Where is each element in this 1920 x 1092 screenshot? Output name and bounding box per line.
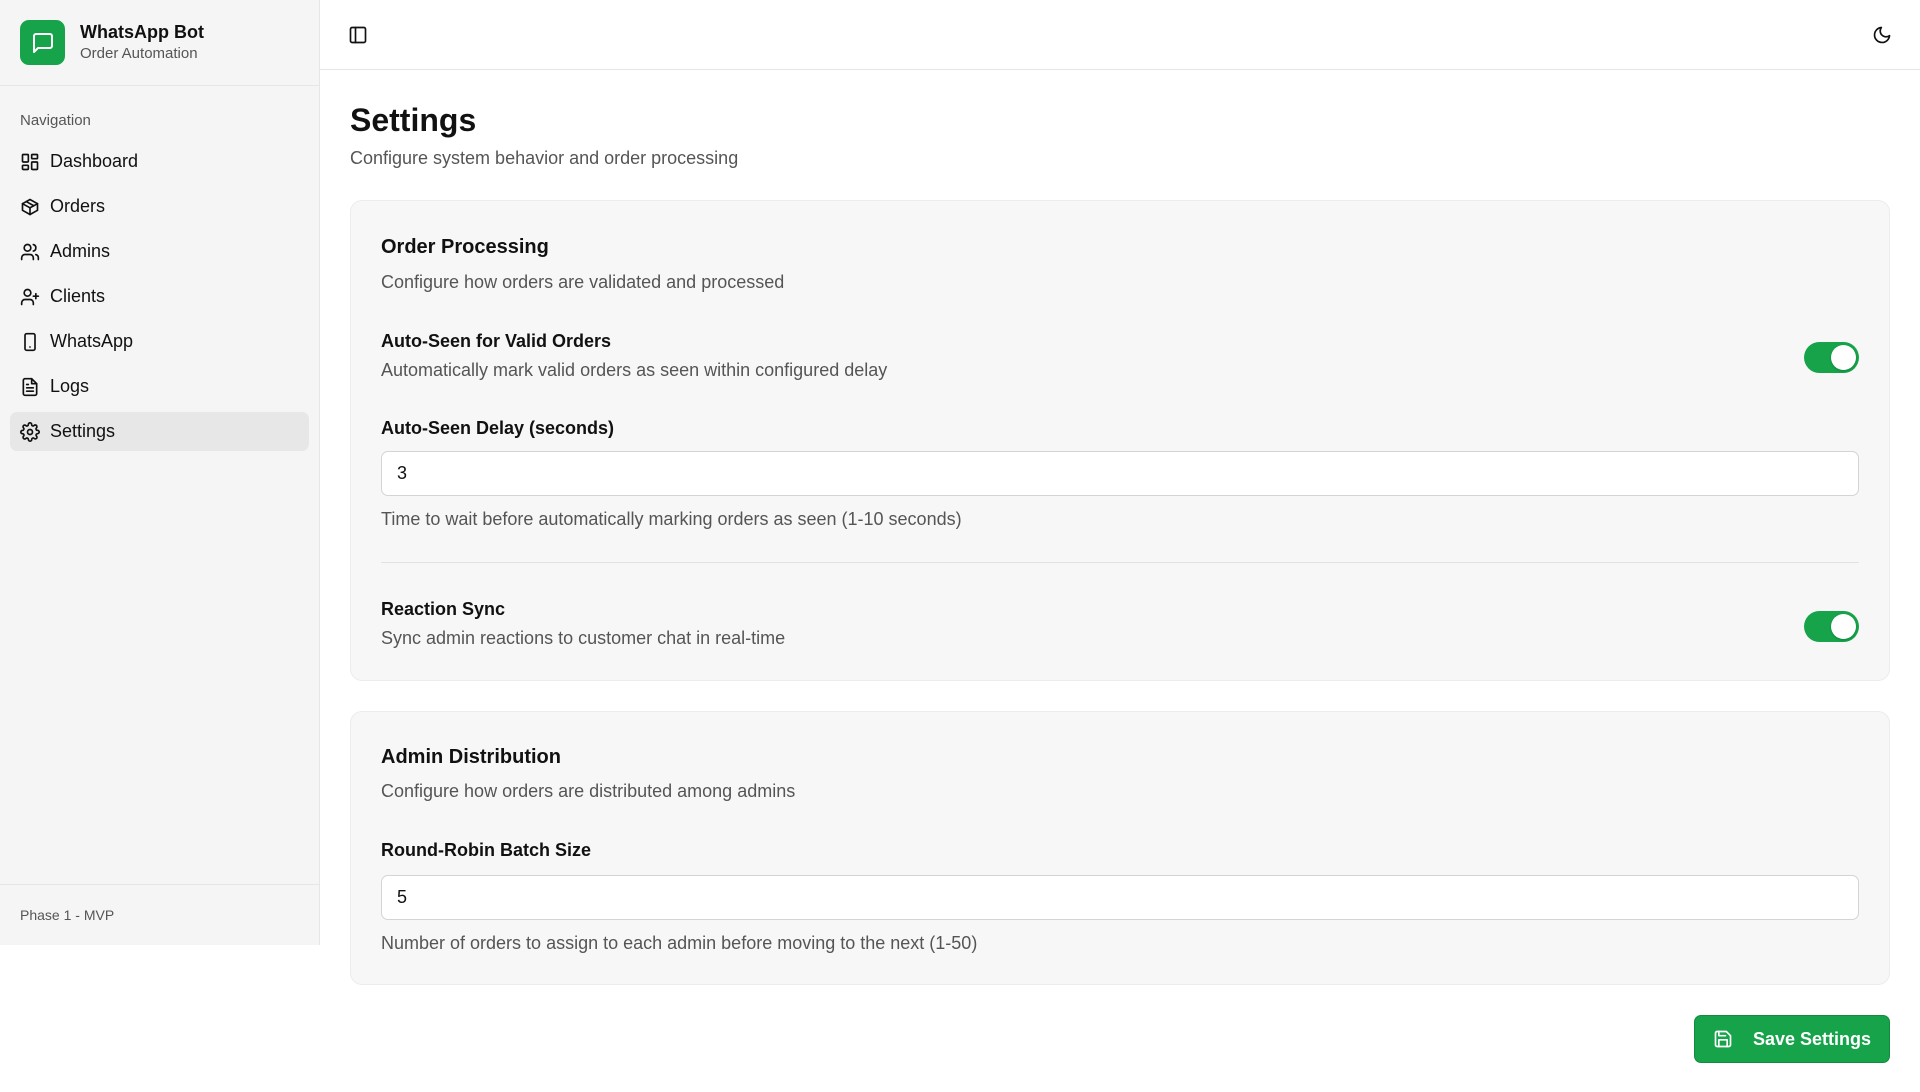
page-subtitle: Configure system behavior and order proc… <box>350 148 739 168</box>
save-settings-button[interactable]: Save Settings <box>1694 1015 1890 1063</box>
brand-subtitle: Order Automation <box>80 45 198 62</box>
panel-left-icon <box>349 26 367 44</box>
batch-size-input[interactable] <box>381 875 1859 920</box>
card-title: Order Processing <box>381 236 549 258</box>
nav-heading: Navigation <box>20 112 91 129</box>
brand-title: WhatsApp Bot <box>80 22 204 42</box>
brand-header: WhatsApp Bot Order Automation <box>0 0 319 86</box>
package-icon <box>21 198 39 215</box>
order-processing-card: Order Processing Configure how orders ar… <box>350 200 1890 681</box>
card-description: Configure how orders are distributed amo… <box>381 781 796 801</box>
sidebar-item-whatsapp[interactable]: WhatsApp <box>10 322 309 361</box>
layout-dashboard-icon <box>21 153 39 170</box>
sidebar-item-admins[interactable]: Admins <box>10 232 309 271</box>
auto-seen-description: Automatically mark valid orders as seen … <box>381 360 888 380</box>
batch-size-help: Number of orders to assign to each admin… <box>381 933 978 953</box>
sidebar-item-settings[interactable]: Settings <box>10 412 309 451</box>
auto-seen-toggle[interactable] <box>1804 342 1859 373</box>
sidebar-item-orders[interactable]: Orders <box>10 187 309 226</box>
save-icon <box>1714 1030 1732 1048</box>
sidebar-toggle-button[interactable] <box>340 17 376 53</box>
file-text-icon <box>22 377 38 396</box>
sidebar-nav: Navigation Dashboard Orders Admins Clien… <box>0 86 319 451</box>
card-title: Admin Distribution <box>381 746 561 768</box>
reaction-sync-toggle[interactable] <box>1804 611 1859 642</box>
divider <box>381 562 1859 563</box>
auto-seen-label: Auto-Seen for Valid Orders <box>381 331 612 351</box>
toggle-knob <box>1831 345 1856 370</box>
sidebar-item-label: Admins <box>50 241 111 261</box>
sidebar-item-label: WhatsApp <box>50 331 134 351</box>
save-button-label: Save Settings <box>1752 1028 1872 1049</box>
sidebar-item-logs[interactable]: Logs <box>10 367 309 406</box>
sidebar-item-clients[interactable]: Clients <box>10 277 309 316</box>
auto-seen-delay-input[interactable] <box>381 451 1859 496</box>
sidebar-item-dashboard[interactable]: Dashboard <box>10 142 309 181</box>
sidebar-item-label: Clients <box>50 286 106 306</box>
sidebar: WhatsApp Bot Order Automation Navigation… <box>0 0 320 945</box>
auto-seen-delay-label: Auto-Seen Delay (seconds) <box>381 418 615 438</box>
smartphone-icon <box>24 332 36 351</box>
moon-icon <box>1873 26 1891 44</box>
settings-icon <box>20 421 40 442</box>
page-title: Settings <box>350 102 477 138</box>
sidebar-item-label: Logs <box>50 376 90 396</box>
sidebar-item-label: Orders <box>50 196 106 216</box>
reaction-sync-description: Sync admin reactions to customer chat in… <box>381 628 786 648</box>
batch-size-label: Round-Robin Batch Size <box>381 840 591 860</box>
admin-distribution-card: Admin Distribution Configure how orders … <box>350 711 1890 985</box>
auto-seen-delay-help: Time to wait before automatically markin… <box>381 509 962 529</box>
theme-toggle-button[interactable] <box>1864 17 1900 53</box>
sidebar-footer: Phase 1 - MVP <box>0 884 319 945</box>
toggle-knob <box>1831 614 1856 639</box>
sidebar-item-label: Settings <box>50 421 116 441</box>
topbar <box>320 0 1920 70</box>
card-description: Configure how orders are validated and p… <box>381 272 785 292</box>
message-square-icon <box>20 20 65 65</box>
users-icon <box>20 243 40 260</box>
sidebar-item-label: Dashboard <box>50 151 139 171</box>
user-plus-icon <box>20 288 40 305</box>
reaction-sync-label: Reaction Sync <box>381 599 506 619</box>
